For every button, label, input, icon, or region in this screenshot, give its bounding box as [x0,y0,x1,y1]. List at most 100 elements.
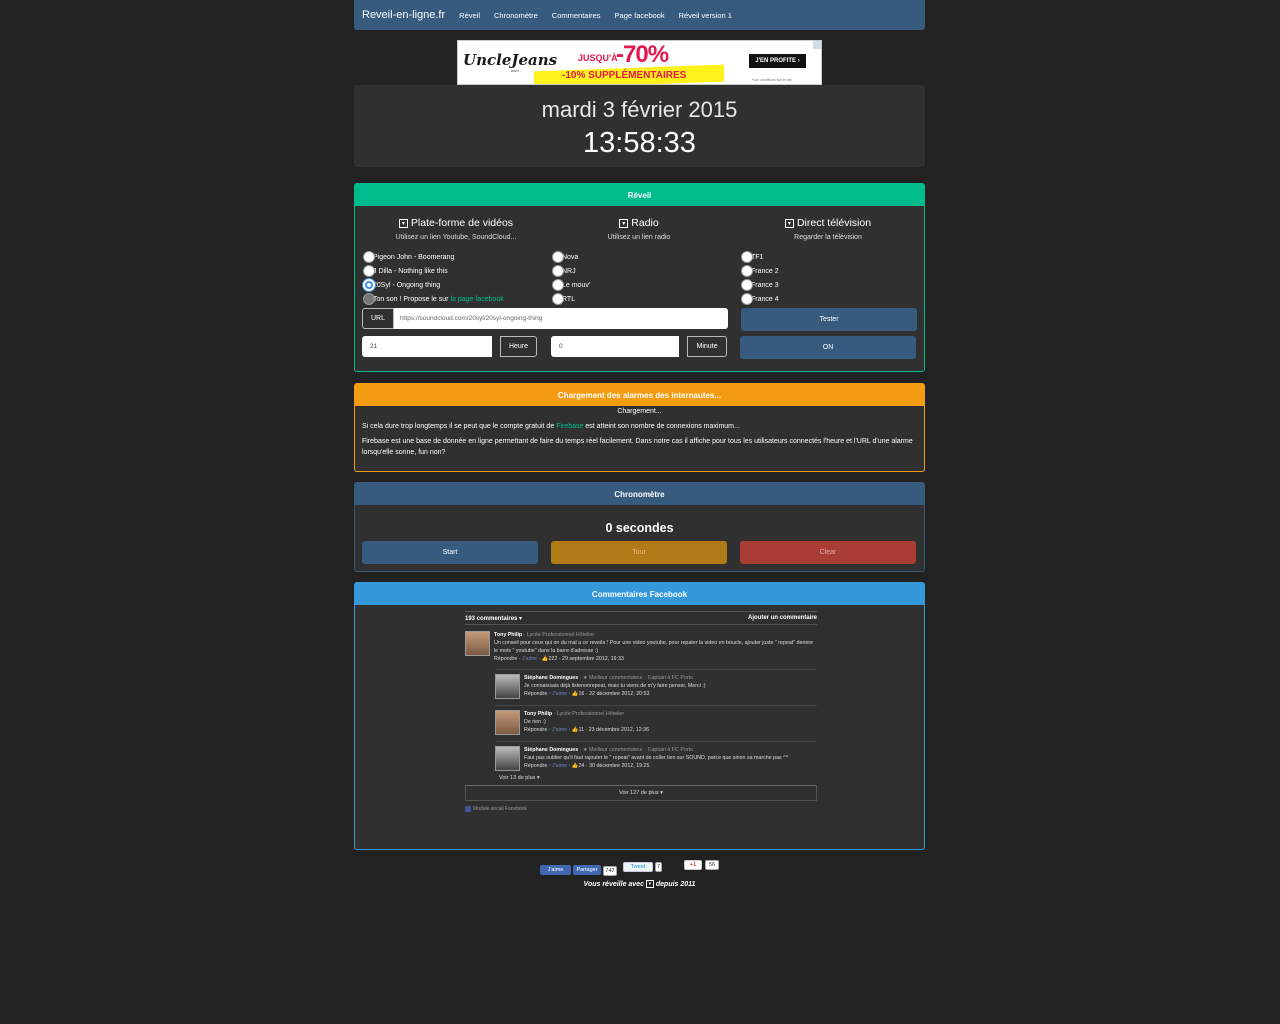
col-videos: ▾ Plate-forme de vidéos Utilisez un lien … [366,217,546,241]
radio-button[interactable] [741,265,753,277]
add-comment-link[interactable]: Ajouter un commentaire [748,615,817,621]
option-tv-2[interactable]: France 2 [741,264,921,278]
comment-meta: · ★ Meilleur commentateur · Captain à FC… [578,747,694,753]
like-link[interactable]: J'aime [552,691,567,697]
advertisement-banner[interactable]: UncleJeans .com JUSQU'À -70% -10% SUPPLÉ… [457,40,822,85]
nav-link-reveil[interactable]: Réveil [459,11,480,20]
radio-button-disabled[interactable] [363,293,375,305]
option-radio-3[interactable]: Le mouv' [552,278,732,292]
tv-icon: ▾ [784,218,794,228]
clear-button[interactable]: Clear [740,541,916,564]
like-link[interactable]: J'aime [522,656,537,662]
option-tv-4[interactable]: France 4 [741,292,921,306]
show-more-replies[interactable]: Voir 13 de plus ▾ [499,775,817,785]
reply-link[interactable]: Répondre [524,727,547,733]
option-radio-1[interactable]: Nova [552,250,732,264]
radio-button[interactable] [552,251,564,263]
option-video-4[interactable]: Ton son ! Propose le sur la page faceboo… [363,292,543,306]
minute-input[interactable]: 0 [551,336,679,357]
comment-reply: Tony Philip · Lycée Professionnel Hôteli… [495,705,817,735]
footer: Vous réveille avec ▾ depuis 2011 [354,880,925,888]
label: Tweet [630,864,646,870]
option-video-3[interactable]: 20Syl - Ongoing thing [363,278,543,292]
comment-text: Un conseil pour ceux qui on du mal a ce … [494,640,814,654]
radio-button[interactable] [741,251,753,263]
nav-link-commentaires[interactable]: Commentaires [552,11,601,20]
hour-input[interactable]: 21 [362,336,492,357]
option-label: Pigeon John - Boomerang [373,253,455,261]
avatar[interactable] [495,710,520,735]
comment-date[interactable]: 22 décembre 2012, 20:53 [589,691,649,697]
radio-button[interactable] [552,265,564,277]
option-label: France 4 [751,295,779,303]
url-input[interactable]: https://soundcloud.com/20syl/20syl-ongoi… [394,308,728,329]
tester-button[interactable]: Tester [741,308,917,331]
on-button[interactable]: ON [740,336,916,359]
comment-date[interactable]: 30 décembre 2012, 19:25 [589,763,649,769]
radio-button[interactable] [741,293,753,305]
loading-panel-title: Chargement des alarmes des internautes..… [355,384,924,406]
comment-date[interactable]: 29 septembre 2012, 19:33 [562,656,624,662]
option-video-2[interactable]: J Dilla - Nothing like this [363,264,543,278]
chrono-value: 0 secondes [605,521,674,535]
reply-link[interactable]: Répondre [524,763,547,769]
nav-link-reveil-v1[interactable]: Réveil version 1 [679,11,732,20]
comment-author[interactable]: Stéphane Domingues [524,675,578,681]
tv-options: TF1 France 2 France 3 France 4 [741,250,921,306]
tweet-button[interactable]: Tweet [623,862,653,872]
nav-link-page-facebook[interactable]: Page facebook [615,11,665,20]
avatar[interactable] [465,631,490,656]
loading-body: Chargement... Si cela dure trop longtemp… [355,406,924,458]
like-count: 24 [578,763,585,769]
show-more-comments[interactable]: Voir 127 de plus ▾ [465,785,817,801]
tour-button[interactable]: Tour [551,541,727,564]
facebook-share-count: 747 [603,866,617,876]
radio-button[interactable] [741,279,753,291]
comment-author[interactable]: Stéphane Domingues [524,747,578,753]
like-link[interactable]: J'aime [552,763,567,769]
option-radio-4[interactable]: RTL [552,292,732,306]
tv-icon: ▾ [398,218,408,228]
loading-panel: Chargement des alarmes des internautes..… [354,383,925,472]
reply-link[interactable]: Répondre [494,656,517,662]
radio-button[interactable] [552,293,564,305]
comment-actions: Répondre · J'aime · 👍24 · 30 décembre 20… [524,763,650,769]
ad-cta-button[interactable]: J'EN PROFITE › [749,54,806,68]
nav-link-chronometre[interactable]: Chronomètre [494,11,538,20]
plugin-credit: Module social Facebook [465,806,817,812]
comment-meta: · Lycée Professionnel Hôtelier [552,711,625,717]
comment-date[interactable]: 23 décembre 2012, 12:36 [589,727,649,733]
url-label: URL [362,308,394,329]
reply-link[interactable]: Répondre [524,691,547,697]
navbar: Reveil-en-ligne.fr Réveil Chronomètre Co… [354,0,925,30]
radio-button[interactable] [363,265,375,277]
option-tv-3[interactable]: France 3 [741,278,921,292]
option-radio-2[interactable]: NRJ [552,264,732,278]
radio-button[interactable] [552,279,564,291]
brand-link[interactable]: Reveil-en-ligne.fr [362,9,445,21]
google-plus-button[interactable]: +1 [684,860,702,870]
radio-button-selected[interactable] [363,279,375,291]
clock-display: mardi 3 février 2015 13:58:33 [354,85,925,167]
start-button[interactable]: Start [362,541,538,564]
text: Si cela dure trop longtemps il se peut q… [362,423,555,430]
facebook-like-button[interactable]: J'aime [540,865,571,875]
social-buttons: J'aime Partager 747 Tweet 7 +1 56 [540,860,740,880]
option-video-1[interactable]: Pigeon John - Boomerang [363,250,543,264]
radio-button[interactable] [363,251,375,263]
reveil-panel: Réveil ▾ Plate-forme de vidéos Utilisez u… [354,183,925,372]
footer-text-a: Vous réveille avec [583,880,644,888]
comment-count[interactable]: 193 commentaires ▾ [465,615,522,622]
option-tv-1[interactable]: TF1 [741,250,921,264]
avatar[interactable] [495,746,520,771]
facebook-page-link[interactable]: la page facebook [450,296,503,303]
comment-author[interactable]: Tony Philip [494,632,522,638]
firebase-link[interactable]: Firebase [556,423,583,430]
facebook-share-button[interactable]: Partager [573,865,601,875]
plugin-label[interactable]: Module social Facebook [473,806,527,812]
option-label: France 3 [751,281,779,289]
comment-author[interactable]: Tony Philip [524,711,552,717]
avatar[interactable] [495,674,520,699]
like-link[interactable]: J'aime [552,727,567,733]
adchoices-icon[interactable] [813,41,821,49]
